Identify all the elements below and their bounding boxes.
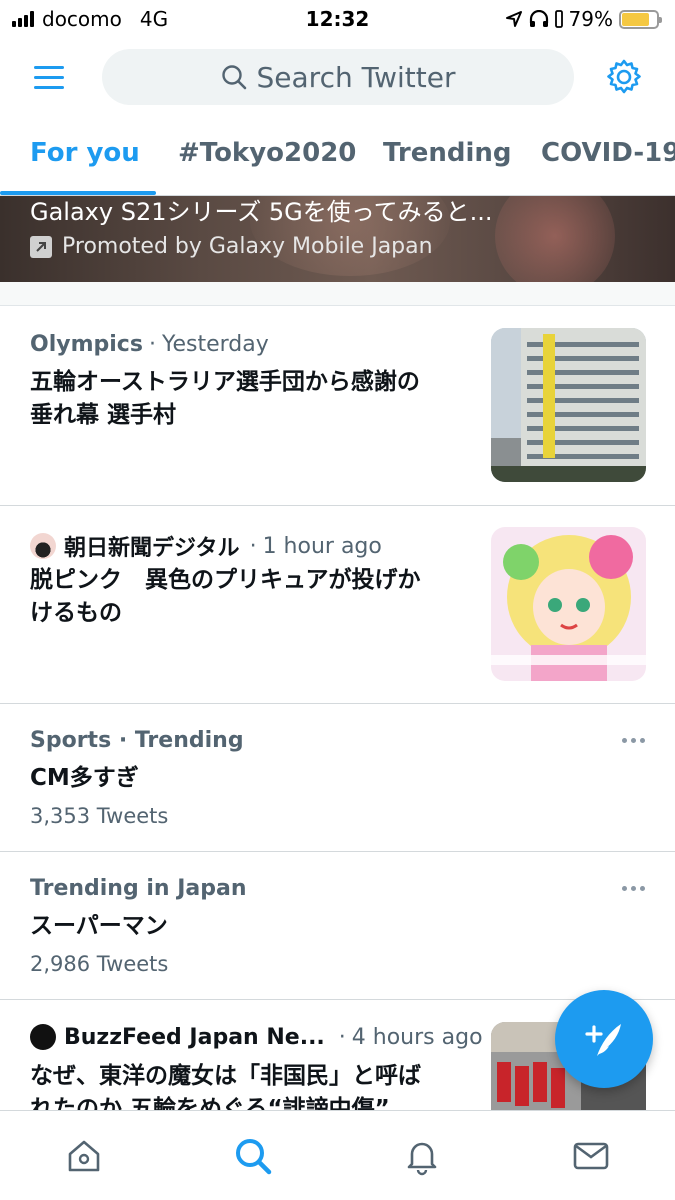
tweet-count: 3,353 Tweets [30,804,169,828]
item-headline: CM多すぎ [30,765,139,791]
tweet-count: 2,986 Tweets [30,952,169,976]
item-meta: 朝日新聞デジタル · 1 hour ago [30,530,382,562]
item-headline: 五輪オーストラリア選手団から感謝の 垂れ幕 選手村 [30,366,420,432]
tab-tokyo2020[interactable]: #Tokyo2020 [178,138,356,168]
header: Search Twitter [0,38,675,116]
mail-icon[interactable] [561,1126,621,1186]
item-headline: スーパーマン [30,913,168,939]
menu-icon[interactable] [24,51,76,103]
item-context: Trending in Japan [30,876,247,901]
bottom-nav [0,1110,675,1200]
item-headline: なぜ、東洋の魔女は「非国民」と呼ば れたのか 五輪をめぐる“誹謗中傷” [30,1060,421,1110]
item-context-text: Trending in Japan [30,876,247,901]
portrait-lock-icon [554,10,563,28]
item-category: Olympics [30,332,143,357]
carrier-name: docomo [42,7,122,31]
headline-line: れたのか 五輪をめぐる“誹謗中傷” [30,1096,390,1110]
item-thumbnail [491,328,646,482]
avatar [30,1024,56,1050]
battery-fill [622,12,649,26]
promo-title: Galaxy S21シリーズ 5Gを使ってみると... [30,198,493,226]
status-bar: docomo 4G 12:32 79% [0,0,675,38]
status-left: docomo 4G [12,7,168,31]
item-meta: Olympics · Yesterday [30,332,269,357]
meta-separator: · [338,1024,346,1050]
bell-icon[interactable] [392,1126,452,1186]
list-item[interactable]: Trending in Japan スーパーマン 2,986 Tweets [0,852,675,1000]
search-placeholder: Search Twitter [256,60,456,94]
item-time: Yesterday [161,332,269,357]
status-right: 79% [505,7,662,31]
promo-line: Promoted by Galaxy Mobile Japan [30,234,433,259]
network-type: 4G [139,7,169,31]
item-time: 4 hours ago [351,1024,483,1050]
headline-line: けるもの [30,600,122,626]
headline-line: 五輪オーストラリア選手団から感謝の [30,369,420,395]
item-meta: BuzzFeed Japan Ne... · 4 hours ago [30,1024,483,1050]
compose-tweet-icon [585,1024,621,1056]
headline-line: 脱ピンク 異色のプリキュアが投げか [30,567,421,593]
home-icon[interactable] [54,1126,114,1186]
promoted-banner[interactable]: Galaxy S21シリーズ 5Gを使ってみると... Promoted by … [0,196,675,282]
item-thumbnail [491,527,646,681]
location-arrow-icon [505,11,522,27]
tab-trending[interactable]: Trending [383,138,512,168]
item-time: 1 hour ago [262,533,382,559]
battery-percent: 79% [568,7,613,31]
item-source: 朝日新聞デジタル [64,536,240,561]
search-input[interactable]: Search Twitter [102,49,574,105]
active-tab-indicator [0,191,156,195]
gear-icon[interactable] [600,53,648,101]
list-item[interactable]: Olympics · Yesterday 五輪オーストラリア選手団から感謝の 垂… [0,306,675,506]
promoted-arrow-icon [30,235,52,258]
search-icon [221,65,246,90]
explore-tabs: For you #Tokyo2020 Trending COVID-19 [0,116,675,196]
item-context-text: Sports · Trending [30,728,244,753]
item-source: BuzzFeed Japan Ne... [64,1024,325,1050]
meta-separator: · [249,533,257,559]
meta-separator: · [148,332,156,357]
avatar [30,533,56,559]
headline-line: なぜ、東洋の魔女は「非国民」と呼ば [30,1063,421,1089]
section-divider [0,282,675,306]
list-item[interactable]: Sports · Trending CM多すぎ 3,353 Tweets [0,704,675,852]
headline-line: 垂れ幕 選手村 [30,402,177,428]
tab-for-you[interactable]: For you [30,138,140,168]
more-icon[interactable] [622,738,645,743]
item-context: Sports · Trending [30,728,244,753]
promoted-by: Promoted by Galaxy Mobile Japan [62,234,433,259]
battery-icon [619,9,662,29]
item-headline: 脱ピンク 異色のプリキュアが投げか けるもの [30,564,421,630]
explore-search-icon[interactable] [223,1126,283,1186]
compose-tweet-button[interactable] [555,990,653,1088]
tab-covid-19[interactable]: COVID-19 [541,138,675,168]
signal-strength-icon [12,11,34,27]
list-item[interactable]: 朝日新聞デジタル · 1 hour ago 脱ピンク 異色のプリキュアが投げか … [0,506,675,704]
headphones-icon [529,10,548,27]
more-icon[interactable] [622,886,645,891]
